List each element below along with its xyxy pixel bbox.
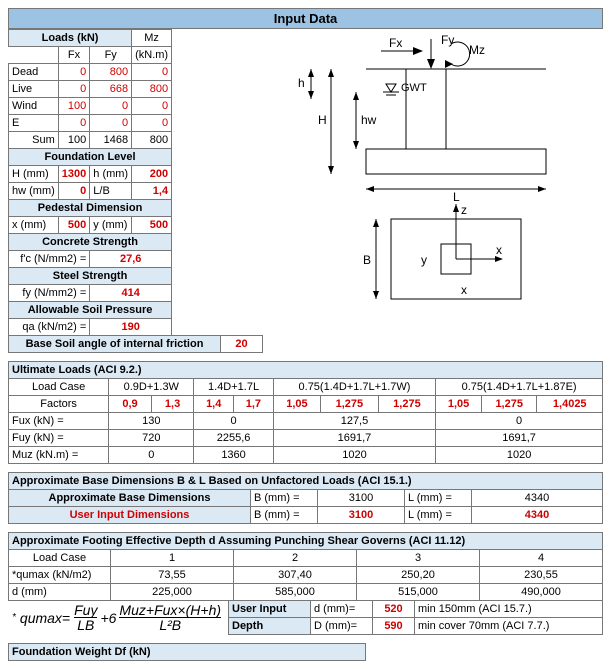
row-live: Live: [9, 81, 59, 98]
foundation-weight-header: Foundation Weight Df (kN): [9, 644, 366, 661]
svg-text:Fx: Fx: [389, 36, 402, 50]
page-title: Input Data: [8, 8, 603, 29]
col-knm: (kN.m): [132, 47, 172, 64]
row-dead: Dead: [9, 64, 59, 81]
col-fy: Fy: [90, 47, 132, 64]
svg-text:z: z: [461, 203, 467, 217]
svg-text:Fy: Fy: [441, 33, 454, 47]
bsaf-label: Base Soil angle of internal friction: [9, 336, 221, 353]
svg-text:B: B: [363, 253, 371, 267]
svg-text:H: H: [318, 113, 327, 127]
svg-text:GWT: GWT: [401, 82, 427, 94]
foundation-diagram: Fy Fx Mz GWT H h hw L z x y x B: [271, 29, 601, 353]
steel-header: Steel Strength: [9, 268, 172, 285]
svg-text:Mz: Mz: [469, 43, 485, 57]
mz-header: Mz: [132, 30, 172, 47]
loads-header: Loads (kN): [9, 30, 132, 47]
concrete-header: Concrete Strength: [9, 234, 172, 251]
svg-text:x: x: [461, 283, 467, 297]
svg-text:h: h: [298, 76, 305, 90]
asp-header: Allowable Soil Pressure: [9, 302, 172, 319]
base-dimensions-table: Approximate Base Dimensions B & L Based …: [8, 472, 603, 524]
col-fx: Fx: [58, 47, 89, 64]
base-dim-header: Approximate Base Dimensions B & L Based …: [9, 473, 603, 490]
svg-text:hw: hw: [361, 113, 377, 127]
svg-text:x: x: [496, 243, 502, 257]
ultimate-loads-header: Ultimate Loads (ACI 9.2.): [9, 362, 603, 379]
footing-depth-header: Approximate Footing Effective Depth d As…: [9, 533, 603, 550]
footing-depth-table: Approximate Footing Effective Depth d As…: [8, 532, 603, 601]
qumax-formula: * qumax= FuyLB +6 Muz+Fux×(H+h)L²B: [8, 601, 228, 634]
svg-text:y: y: [421, 253, 427, 267]
foundation-level-header: Foundation Level: [9, 149, 172, 166]
svg-text:L: L: [453, 190, 460, 204]
row-wind: Wind: [9, 98, 59, 115]
row-sum: Sum: [9, 132, 59, 149]
pedestal-header: Pedestal Dimension: [9, 200, 172, 217]
loads-table: Loads (kN) Mz Fx Fy (kN.m) Dead08000 Liv…: [8, 29, 172, 336]
row-e: E: [9, 115, 59, 132]
ultimate-loads-table: Ultimate Loads (ACI 9.2.) Load Case 0.9D…: [8, 361, 603, 464]
